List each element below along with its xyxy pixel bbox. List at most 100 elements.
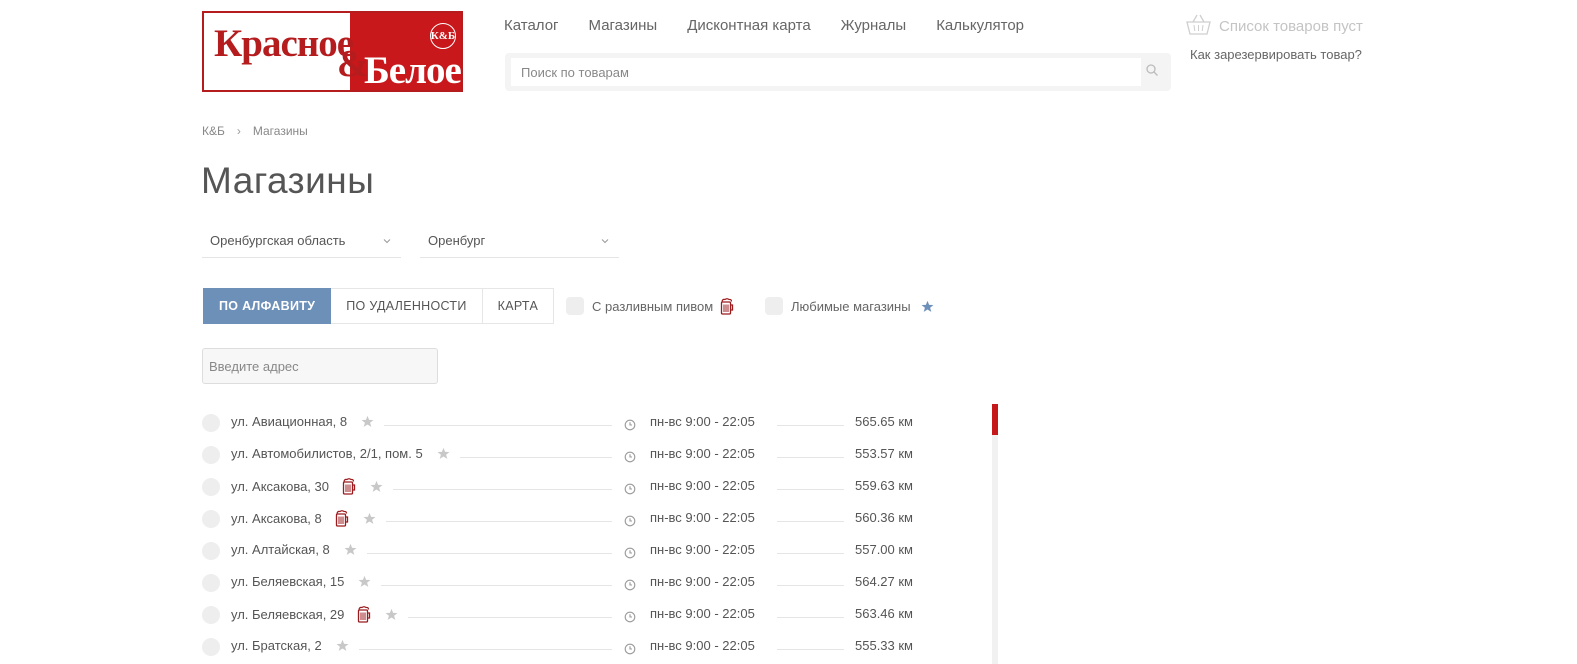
store-row[interactable]: ул. Беляевская, 29 пн-вс 9:00 - 22:05 563.… <box>202 596 998 628</box>
reserve-help-link[interactable]: Как зарезервировать товар? <box>1190 47 1362 62</box>
store-row[interactable]: ул. Авиационная, 8 пн-вс 9:00 - 22:05 565.… <box>202 404 998 436</box>
favorite-star-icon[interactable] <box>379 608 398 621</box>
store-distance: 560.36 км <box>855 510 913 525</box>
store-address: ул. Авиационная, 8 <box>231 414 348 429</box>
scrollbar-thumb[interactable] <box>992 404 998 435</box>
nav-catalog[interactable]: Каталог <box>504 16 559 36</box>
favorite-star-icon[interactable] <box>330 639 349 652</box>
main-nav: Каталог Магазины Дисконтная карта Журнал… <box>504 16 1054 36</box>
chevron-down-icon <box>383 239 391 244</box>
row-divider <box>777 457 844 458</box>
search-field-wrapper <box>511 58 1141 86</box>
store-hours: пн-вс 9:00 - 22:05 <box>650 638 755 653</box>
store-address: ул. Аксакова, 30 <box>231 479 329 494</box>
store-radio[interactable] <box>202 478 220 496</box>
favorite-star-icon[interactable] <box>431 447 450 460</box>
logo-badge: К&Б <box>430 23 456 49</box>
city-select[interactable]: Оренбург <box>420 225 619 258</box>
store-name: ул. Алтайская, 8 <box>231 542 357 557</box>
row-divider <box>777 553 844 554</box>
clock-icon <box>624 610 636 628</box>
row-divider <box>386 521 612 522</box>
store-name: ул. Беляевская, 29 <box>231 606 398 623</box>
region-select[interactable]: Оренбургская область <box>202 225 401 258</box>
store-hours: пн-вс 9:00 - 22:05 <box>650 606 755 621</box>
search-input[interactable] <box>511 58 1141 86</box>
favorites-checkbox[interactable] <box>765 297 783 315</box>
clock-icon <box>624 482 636 500</box>
clock-icon <box>624 642 636 660</box>
store-row[interactable]: ул. Беляевская, 15 пн-вс 9:00 - 22:05 564.… <box>202 564 998 596</box>
page-title: Магазины <box>201 160 375 201</box>
store-row[interactable]: ул. Аксакова, 8 пн-вс 9:00 - 22:05 560.36 … <box>202 500 998 532</box>
store-hours: пн-вс 9:00 - 22:05 <box>650 574 755 589</box>
favorite-star-icon[interactable] <box>364 480 383 493</box>
store-name: ул. Авиационная, 8 <box>231 414 374 429</box>
store-address: ул. Братская, 2 <box>231 638 322 653</box>
row-divider <box>777 425 844 426</box>
breadcrumb-home[interactable]: К&Б <box>202 124 225 138</box>
store-distance: 564.27 км <box>855 574 913 589</box>
store-radio[interactable] <box>202 414 220 432</box>
store-radio[interactable] <box>202 542 220 560</box>
logo-word-1: Красное <box>214 22 354 65</box>
clock-icon <box>624 546 636 564</box>
scrollbar-track[interactable] <box>992 404 998 664</box>
nav-stores[interactable]: Магазины <box>589 16 658 36</box>
tab-distance[interactable]: ПО УДАЛЕННОСТИ <box>331 288 483 324</box>
store-radio[interactable] <box>202 574 220 592</box>
store-radio[interactable] <box>202 510 220 528</box>
logo-word-2: Белое <box>364 49 461 92</box>
clock-icon <box>624 578 636 596</box>
cart-widget[interactable]: Список товаров пуст <box>1186 13 1363 39</box>
favorite-star-icon[interactable] <box>352 575 371 588</box>
draft-beer-checkbox[interactable] <box>566 297 584 315</box>
store-distance: 555.33 км <box>855 638 913 653</box>
store-name: ул. Беляевская, 15 <box>231 574 371 589</box>
store-row[interactable]: ул. Алтайская, 8 пн-вс 9:00 - 22:05 557.00… <box>202 532 998 564</box>
store-radio[interactable] <box>202 446 220 464</box>
row-divider <box>408 617 612 618</box>
store-name: ул. Аксакова, 30 <box>231 478 383 495</box>
search-icon[interactable] <box>1145 63 1163 81</box>
beer-mug-icon <box>328 510 349 527</box>
draft-beer-filter[interactable]: С разливным пивом <box>566 297 734 315</box>
store-row[interactable]: ул. Автомобилистов, 2/1, пом. 5 пн-вс 9:0… <box>202 436 998 468</box>
tab-map[interactable]: КАРТА <box>482 288 555 324</box>
store-distance: 557.00 км <box>855 542 913 557</box>
store-address: ул. Автомобилистов, 2/1, пом. 5 <box>231 446 423 461</box>
store-row[interactable]: ул. Аксакова, 30 пн-вс 9:00 - 22:05 559.63… <box>202 468 998 500</box>
nav-discount-card[interactable]: Дисконтная карта <box>687 16 810 36</box>
row-divider <box>359 649 612 650</box>
store-distance: 559.63 км <box>855 478 913 493</box>
favorite-star-icon[interactable] <box>355 415 374 428</box>
row-divider <box>777 521 844 522</box>
clock-icon <box>624 418 636 436</box>
store-radio[interactable] <box>202 638 220 656</box>
store-radio[interactable] <box>202 606 220 624</box>
address-input[interactable] <box>203 349 437 383</box>
nav-calculator[interactable]: Калькулятор <box>936 16 1024 36</box>
beer-mug-icon <box>335 478 356 495</box>
tab-alphabet[interactable]: ПО АЛФАВИТУ <box>203 288 332 324</box>
favorite-star-icon[interactable] <box>338 543 357 556</box>
row-divider <box>393 489 612 490</box>
address-field-wrapper <box>202 348 438 384</box>
store-address: ул. Беляевская, 29 <box>231 607 345 622</box>
clock-icon <box>624 514 636 532</box>
store-distance: 563.46 км <box>855 606 913 621</box>
beer-mug-icon <box>350 606 371 623</box>
beer-mug-icon <box>719 297 734 315</box>
chevron-right-icon: › <box>236 124 241 138</box>
store-hours: пн-вс 9:00 - 22:05 <box>650 542 755 557</box>
row-divider <box>777 489 844 490</box>
favorites-filter[interactable]: Любимые магазины <box>765 297 934 315</box>
site-logo[interactable]: Красное & Белое К&Б <box>202 11 463 92</box>
store-address: ул. Аксакова, 8 <box>231 511 322 526</box>
favorite-star-icon[interactable] <box>357 512 376 525</box>
store-row[interactable]: ул. Братская, 2 пн-вс 9:00 - 22:05 555.33 … <box>202 628 998 660</box>
nav-journals[interactable]: Журналы <box>841 16 907 36</box>
city-select-value: Оренбург <box>428 233 486 248</box>
row-divider <box>384 425 612 426</box>
store-hours: пн-вс 9:00 - 22:05 <box>650 446 755 461</box>
